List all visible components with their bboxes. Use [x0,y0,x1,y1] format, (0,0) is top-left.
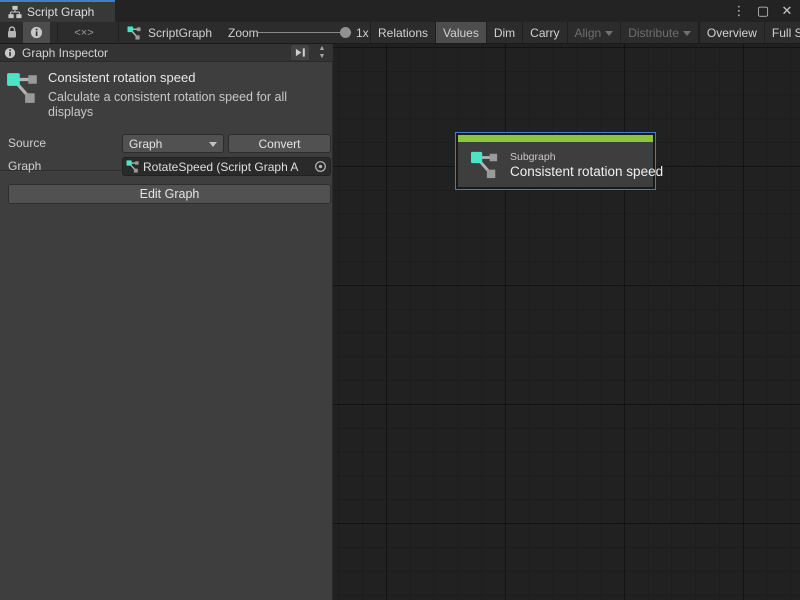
graph-inspector-panel: Graph Inspector ▲ ▼ Consistent rotation … [0,44,333,600]
graph-mini-icon [127,26,142,40]
window-close-icon[interactable]: ✕ [778,2,796,20]
inspector-header: Graph Inspector ▲ ▼ [0,44,333,62]
chevron-down-icon [683,31,691,36]
source-field-row: Source Graph Convert [0,133,333,153]
scroll-down-icon[interactable]: ▼ [315,53,329,62]
code-view-icon[interactable]: <×> [66,22,102,43]
scroll-up-icon[interactable]: ▲ [315,44,329,53]
convert-button[interactable]: Convert [228,134,331,153]
toolbar-button-dim[interactable]: Dim [486,22,522,43]
object-picker-icon[interactable] [313,159,328,174]
zoom-slider-track[interactable] [258,32,348,33]
inspector-toggle-button[interactable] [23,22,50,43]
zoom-slider-knob[interactable] [340,27,351,38]
node-title: Consistent rotation speed [510,164,663,179]
node-kind: Subgraph [510,151,663,163]
graph-canvas[interactable]: Subgraph Consistent rotation speed [333,44,800,600]
hierarchy-icon [8,5,22,19]
zoom-label: Zoom [228,22,259,43]
dock-panel-icon[interactable] [291,45,309,60]
graph-icon [470,151,500,179]
node-header-bar [458,135,653,142]
source-label: Source [8,136,46,150]
info-icon [30,26,43,39]
graph-description: Calculate a consistent rotation speed fo… [48,90,320,120]
info-icon [4,47,16,59]
breadcrumb[interactable]: ScriptGraph [127,22,212,43]
panel-scrollbar: ▲ ▼ [315,44,329,61]
window-menu-icon[interactable]: ⋮ [730,2,748,20]
graph-icon [6,72,40,104]
graph-object-field[interactable]: RotateSpeed (Script Graph A [122,157,331,176]
toolbar-button-overview[interactable]: Overview [699,22,764,43]
graph-mini-icon [126,160,140,173]
toolbar-button-carry[interactable]: Carry [522,22,566,43]
graph-summary-section: Consistent rotation speed Calculate a co… [0,63,333,171]
toolbar-button-distribute[interactable]: Distribute [620,22,698,43]
graph-field-label: Graph [8,159,41,173]
graph-toolbar: <×> ScriptGraph Zoom 1x Relations Values… [0,22,800,44]
graph-title: Consistent rotation speed [48,70,195,85]
toolbar-button-fullscreen[interactable]: Full Screen [764,22,800,43]
toolbar-button-align[interactable]: Align [567,22,621,43]
inspector-title: Graph Inspector [22,46,285,60]
tab-script-graph[interactable]: Script Graph [0,0,115,22]
toolbar-button-relations[interactable]: Relations [370,22,435,43]
graph-field-row: Graph RotateSpeed (Script Graph A [0,156,333,176]
tab-label: Script Graph [27,5,94,19]
subgraph-node[interactable]: Subgraph Consistent rotation speed [455,132,656,190]
window-maximize-icon[interactable]: ▢ [754,2,772,20]
edit-graph-button[interactable]: Edit Graph [8,184,331,204]
lock-icon[interactable] [6,22,18,43]
chevron-down-icon [209,142,217,147]
breadcrumb-label: ScriptGraph [148,26,212,40]
chevron-down-icon [605,31,613,36]
toolbar-button-values[interactable]: Values [435,22,486,43]
source-dropdown[interactable]: Graph [122,134,224,153]
window-tab-bar: Script Graph ⋮ ▢ ✕ [0,0,800,22]
graph-object-value: RotateSpeed (Script Graph A [143,160,310,174]
zoom-value: 1x [356,22,369,43]
